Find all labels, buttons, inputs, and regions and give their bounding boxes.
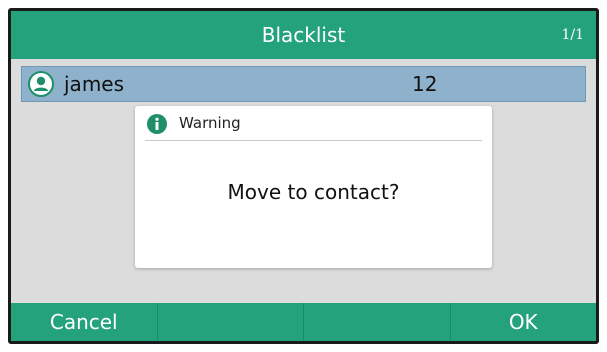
warning-dialog: Warning Move to contact? (135, 106, 492, 268)
screen-title: Blacklist (261, 23, 346, 47)
list-item[interactable]: james 12 (21, 66, 586, 102)
title-bar: Blacklist 1/1 (11, 11, 596, 59)
contact-avatar-icon (28, 71, 54, 97)
cancel-softkey[interactable]: Cancel (11, 303, 158, 341)
contact-number: 12 (412, 72, 438, 96)
dialog-message: Move to contact? (227, 180, 400, 204)
dialog-header: Warning (145, 106, 482, 141)
phone-display-frame: Blacklist 1/1 james 12 Warning Move to c (8, 8, 599, 344)
page-indicator: 1/1 (561, 27, 584, 43)
ok-softkey[interactable]: OK (451, 303, 597, 341)
softkey-bar: Cancel OK (11, 303, 596, 341)
softkey-3[interactable] (304, 303, 451, 341)
info-icon (147, 114, 167, 134)
dialog-title: Warning (179, 114, 241, 132)
contact-name: james (64, 72, 125, 96)
screen: Blacklist 1/1 james 12 Warning Move to c (11, 11, 596, 341)
softkey-2[interactable] (158, 303, 304, 341)
